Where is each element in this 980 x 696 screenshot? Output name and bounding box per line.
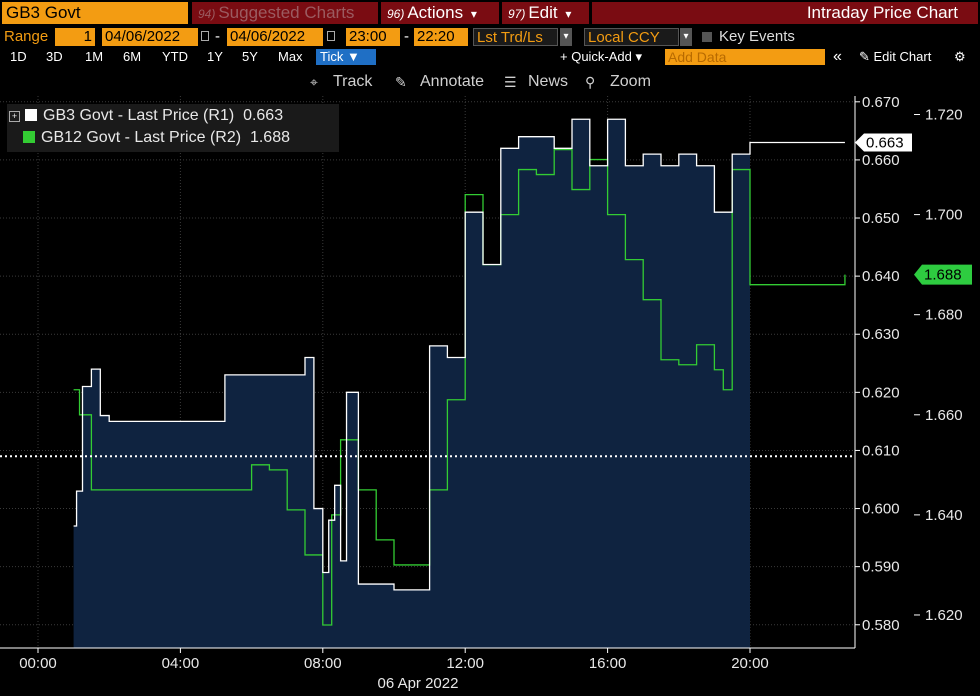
- legend-swatch: [23, 131, 35, 143]
- chevron-down-icon: ▾: [470, 7, 477, 21]
- range-bar: Range 1 04/06/2022 - 04/06/2022 23:00 - …: [0, 27, 980, 47]
- price-type-select[interactable]: Lst Trd/Ls: [473, 28, 558, 46]
- currency-select[interactable]: Local CCY: [584, 28, 679, 46]
- x-tick-label: 12:00: [446, 655, 484, 672]
- y-tick-label-r1: 0.650: [862, 210, 900, 227]
- key-events-label: Key Events: [719, 28, 795, 45]
- gear-icon[interactable]: ⚙: [950, 49, 970, 65]
- y-tick-label-r1: 0.630: [862, 326, 900, 343]
- menu-number: 94): [198, 7, 216, 21]
- collapse-icon[interactable]: «: [829, 49, 846, 65]
- period-1m[interactable]: 1M: [81, 49, 107, 65]
- y-tick-label-r1: 0.620: [862, 384, 900, 401]
- menu-label: Actions: [407, 3, 464, 22]
- edit-menu[interactable]: 97) Edit ▾: [502, 2, 589, 24]
- end-time-field[interactable]: 22:20: [414, 28, 468, 46]
- y-tick-label-r2: 1.660: [925, 407, 963, 424]
- y-tick-label-r1: 0.610: [862, 442, 900, 459]
- period-5y[interactable]: 5Y: [238, 49, 262, 65]
- period-1d[interactable]: 1D: [6, 49, 31, 65]
- magnifier-icon: ⚲: [585, 74, 596, 90]
- y-tick-label-r1: 0.660: [862, 152, 900, 169]
- y-tick-label-r1: 0.590: [862, 559, 900, 576]
- y-tick-label-r1: 0.670: [862, 96, 900, 111]
- legend-item[interactable]: + GB3 Govt - Last Price (R1) 0.663: [9, 106, 283, 126]
- add-data-input[interactable]: Add Data: [665, 49, 825, 65]
- legend-swatch: [25, 109, 37, 121]
- last-price-label-r2: 1.688: [924, 267, 962, 284]
- top-menu-bar: GB3 Govt 94) Suggested Charts 96) Actions …: [0, 0, 980, 27]
- y-tick-label-r2: 1.700: [925, 207, 963, 224]
- pencil-icon: ✎: [395, 74, 407, 90]
- ticker-field[interactable]: GB3 Govt: [2, 2, 188, 24]
- news-tool[interactable]: News: [528, 71, 568, 93]
- period-6m[interactable]: 6M: [119, 49, 145, 65]
- range-label: Range: [4, 28, 49, 45]
- y-tick-label-r2: 1.620: [925, 607, 963, 624]
- x-tick-label: 00:00: [19, 655, 57, 672]
- x-tick-label: 04:00: [162, 655, 200, 672]
- calendar-icon[interactable]: [327, 31, 335, 41]
- edit-chart-button[interactable]: ✎ Edit Chart: [855, 49, 935, 65]
- legend-value: 1.688: [249, 129, 290, 146]
- key-events-checkbox[interactable]: [702, 32, 712, 42]
- suggested-charts-menu[interactable]: 94) Suggested Charts: [192, 2, 378, 24]
- start-date-field[interactable]: 04/06/2022: [102, 28, 198, 46]
- menu-number: 97): [508, 7, 526, 21]
- chevron-down-icon: ▾: [680, 28, 692, 46]
- period-tick-selected[interactable]: Tick ▼: [316, 49, 376, 65]
- period-3d[interactable]: 3D: [42, 49, 67, 65]
- chart-legend: + GB3 Govt - Last Price (R1) 0.663 GB12 G…: [7, 104, 339, 152]
- zoom-tool[interactable]: Zoom: [610, 71, 651, 93]
- expand-icon[interactable]: +: [9, 111, 20, 122]
- x-tick-label: 08:00: [304, 655, 342, 672]
- legend-label: GB12 Govt - Last Price (R2): [41, 129, 242, 146]
- chevron-down-icon: ▾: [560, 28, 572, 46]
- last-price-label-r1: 0.663: [866, 134, 904, 151]
- y-tick-label-r2: 1.640: [925, 507, 963, 524]
- x-tick-label: 16:00: [589, 655, 627, 672]
- period-1y[interactable]: 1Y: [203, 49, 227, 65]
- range-value-field[interactable]: 1: [55, 28, 95, 46]
- end-date-field[interactable]: 04/06/2022: [227, 28, 323, 46]
- x-tick-label: 20:00: [731, 655, 769, 672]
- period-ytd[interactable]: YTD: [158, 49, 192, 65]
- date-separator: -: [215, 28, 220, 45]
- x-date-label: 06 Apr 2022: [378, 675, 459, 692]
- menu-label: Suggested Charts: [218, 3, 355, 22]
- start-time-field[interactable]: 23:00: [346, 28, 400, 46]
- y-tick-label-r2: 1.680: [925, 307, 963, 324]
- legend-value: 0.663: [243, 107, 284, 124]
- y-tick-label-r1: 0.580: [862, 617, 900, 634]
- period-max[interactable]: Max: [274, 49, 307, 65]
- legend-item[interactable]: GB12 Govt - Last Price (R2) 1.688: [9, 128, 290, 148]
- y-tick-label-r2: 1.720: [925, 107, 963, 124]
- chart-toolbar: ⌖ Track ✎ Annotate ☰ News ⚲ Zoom: [0, 67, 980, 96]
- page-title: Intraday Price Chart: [592, 2, 978, 24]
- period-bar: 1D 3D 1M 6M YTD 1Y 5Y Max Tick ▼ + Quick…: [0, 47, 980, 67]
- series1-area: [73, 119, 751, 648]
- calendar-icon[interactable]: [201, 31, 209, 41]
- x-axis-labels: 00:00 04:00 08:00 12:00 16:00 20:00 06 Apr 202…: [19, 648, 769, 692]
- price-chart[interactable]: 00:00 04:00 08:00 12:00 16:00 20:00 06 Apr 202…: [0, 96, 980, 696]
- news-icon: ☰: [504, 74, 517, 90]
- y-axis-labels: 0.670 0.660 0.650 0.640 0.630 0.620 0.610 0.600…: [855, 96, 963, 634]
- menu-number: 96): [387, 7, 405, 21]
- track-tool[interactable]: Track: [333, 71, 372, 93]
- actions-menu[interactable]: 96) Actions ▾: [381, 2, 499, 24]
- time-separator: -: [404, 28, 409, 45]
- chevron-down-icon: ▾: [565, 7, 572, 21]
- annotate-tool[interactable]: Annotate: [420, 71, 484, 93]
- y-tick-label-r1: 0.640: [862, 268, 900, 285]
- menu-label: Edit: [528, 3, 558, 22]
- series1-area-fill: [73, 119, 751, 648]
- crosshair-icon: ⌖: [310, 74, 318, 90]
- y-tick-label-r1: 0.600: [862, 501, 900, 518]
- quick-add-button[interactable]: + Quick-Add ▾: [556, 49, 646, 65]
- legend-label: GB3 Govt - Last Price (R1): [43, 107, 235, 124]
